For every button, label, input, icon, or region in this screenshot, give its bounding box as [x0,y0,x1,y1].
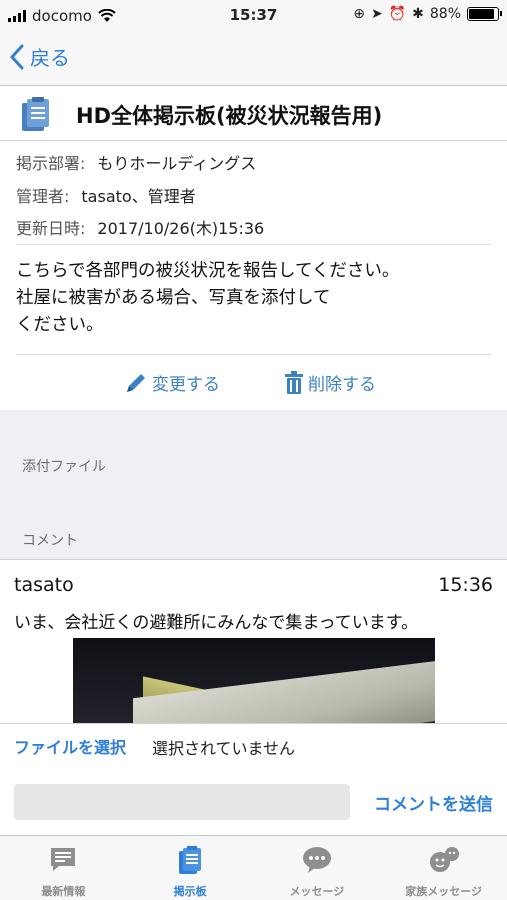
delete-button[interactable]: 削除する [284,370,376,395]
post-body-line: こちらで各部門の被災状況を報告してください。 [16,261,400,281]
meta-admin: 管理者: tasato、管理者 [16,183,196,207]
trash-icon [285,370,303,394]
comment-input[interactable] [14,784,350,820]
battery-icon [467,7,502,21]
choose-file-button[interactable]: ファイルを選択 [14,734,126,758]
rotation-lock-icon: ⊕ [353,6,365,22]
updated-label: 更新日時: [16,219,86,238]
status-bar: docomo 15:37 ⊕ ➤ ⏰ ✱ 88% [0,0,507,32]
post-body-line: ください。 [16,315,104,335]
back-button[interactable]: 戻る [10,42,70,71]
tab-board[interactable]: 掲示板 [127,836,254,900]
board-header: HD全体掲示板(被災状況報告用) [0,87,507,141]
comment-text: いま、会社近くの避難所にみんなで集まっています。 [14,613,419,633]
comment-form: ファイルを選択 選択されていません コメントを送信 [0,723,507,835]
clipboard-icon [179,846,202,874]
family-chat-icon [429,847,459,872]
send-comment-button[interactable]: コメントを送信 [374,790,493,815]
news-icon [51,848,76,871]
post-body-line: 社屋に被害がある場合、写真を添付して [16,288,331,308]
tab-family-messages[interactable]: 家族メッセージ [380,836,507,900]
tab-bar: 最新情報 掲示板 メッセージ 家族メッセージ [0,835,507,900]
divider [16,354,491,355]
battery-level [469,9,494,19]
department-value: もりホールディングス [97,154,257,173]
attachments-label: 添付ファイル [22,459,106,475]
department-label: 掲示部署: [16,154,86,173]
tab-news[interactable]: 最新情報 [0,836,127,900]
back-label: 戻る [30,46,70,70]
clipboard-icon [22,97,49,131]
post-body: こちらで各部門の被災状況を報告してください。 社屋に被害がある場合、写真を添付し… [16,258,494,339]
tab-label: 家族メッセージ [405,885,483,898]
edit-label: 変更する [152,375,220,395]
status-right: ⊕ ➤ ⏰ ✱ 88% [353,6,502,22]
admin-value: tasato、管理者 [81,187,196,206]
tab-label: メッセージ [289,885,345,898]
admin-label: 管理者: [16,187,70,206]
post-actions: 変更する 削除する [0,362,507,406]
tab-messages[interactable]: メッセージ [254,836,381,900]
chevron-left-icon [10,44,24,69]
tab-label: 掲示板 [173,885,207,898]
file-status: 選択されていません [152,739,296,758]
comment-time: 15:36 [438,574,493,596]
comment-author: tasato [14,574,74,596]
chat-bubble-icon [302,847,331,873]
tab-label: 最新情報 [41,885,86,898]
comment-photo[interactable] [73,638,435,723]
divider [16,244,491,245]
comments-label: コメント [22,533,78,549]
attachments-section: 添付ファイル コメント [0,410,507,560]
delete-label: 削除する [308,375,376,395]
board-title: HD全体掲示板(被災状況報告用) [76,104,383,128]
navigation-bar: 戻る [0,32,507,86]
alarm-icon: ⏰ [388,6,407,22]
edit-button[interactable]: 変更する [124,370,220,395]
bluetooth-icon: ✱ [412,6,424,22]
location-icon: ➤ [370,6,383,22]
meta-department: 掲示部署: もりホールディングス [16,150,256,174]
meta-updated: 更新日時: 2017/10/26(木)15:36 [16,215,264,239]
updated-value: 2017/10/26(木)15:36 [97,219,265,238]
battery-percent: 88% [429,6,461,22]
pencil-icon [127,373,145,392]
